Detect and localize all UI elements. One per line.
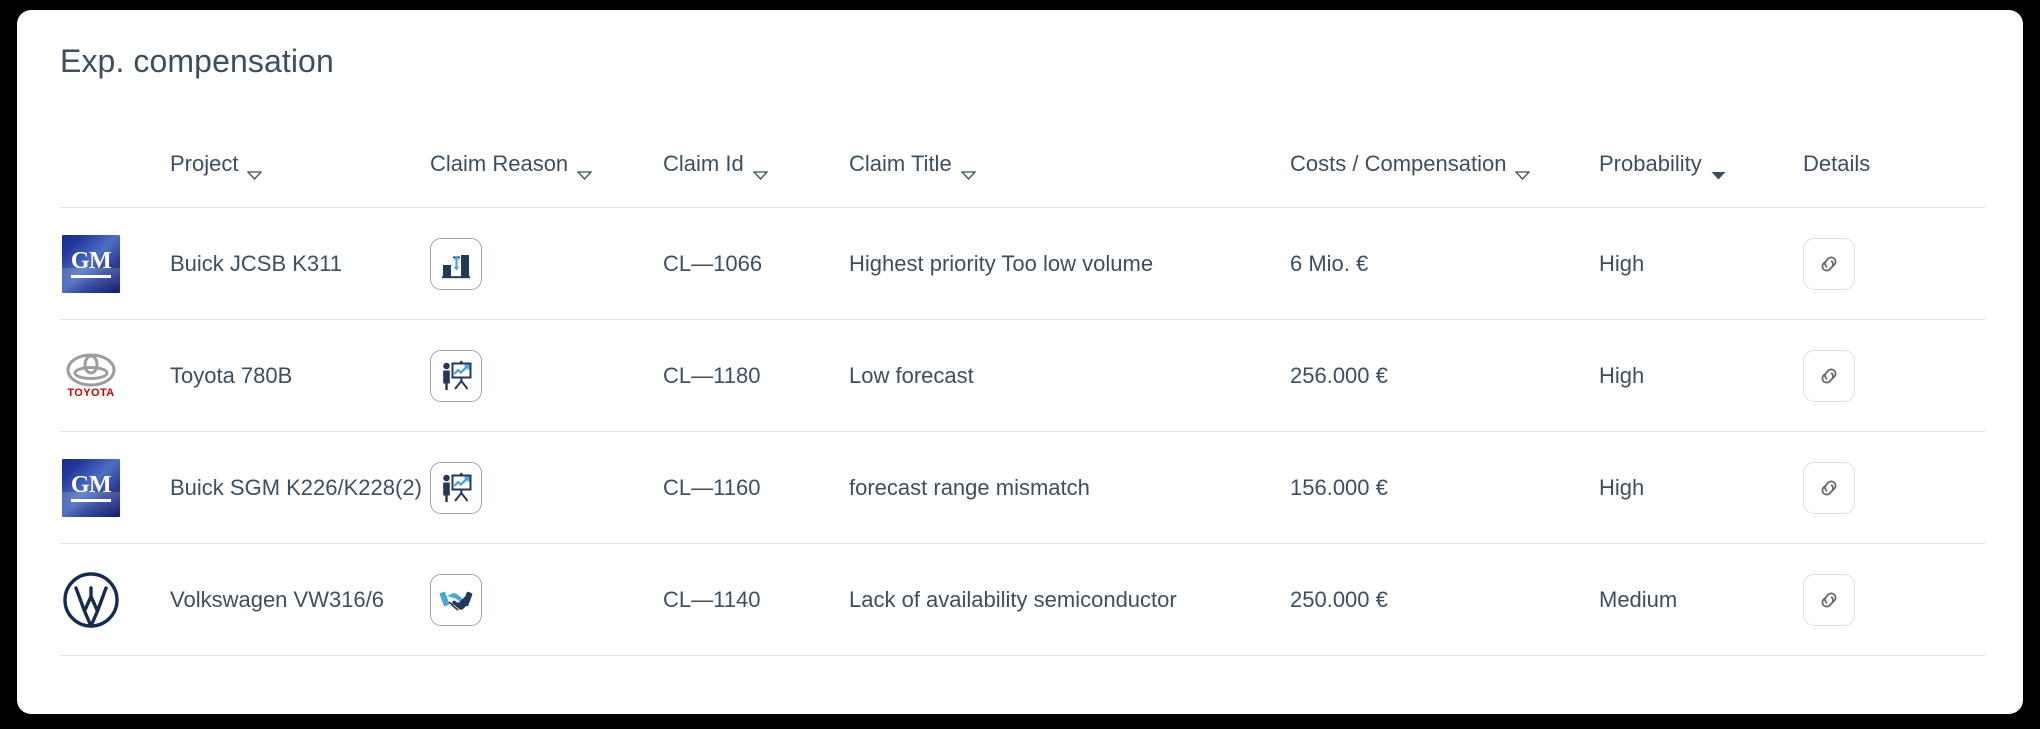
column-header-probability-label: Probability [1599,151,1702,176]
details-cell [1803,349,1985,402]
details-cell [1803,237,1985,290]
column-header-claim-id-label: Claim Id [663,151,744,176]
claims-table: Project Claim Reason Claim Id Claim Titl… [60,150,1985,656]
claim-reason-cell [430,237,663,290]
table-header-row: Project Claim Reason Claim Id Claim Titl… [60,150,1985,208]
claim-id: CL—1160 [663,474,761,500]
column-header-project[interactable]: Project [170,150,430,180]
table-row[interactable]: Volkswagen VW316/6 CL—1140 Lack of avail… [60,544,1985,656]
gm-logo-icon: GM [60,233,122,295]
sort-triangle-filled-icon[interactable] [1711,160,1726,179]
claim-title: forecast range mismatch [849,474,1090,500]
details-cell [1803,573,1985,626]
project-name: Volkswagen VW316/6 [170,586,385,612]
details-link-button[interactable] [1803,573,1855,626]
toyota-logo-icon: TOYOTA [60,345,122,407]
costs-compensation: 256.000 € [1290,362,1388,388]
project-name: Buick JCSB K311 [170,250,343,276]
claim-reason-cell [430,461,663,514]
forecast-presentation-icon [430,461,482,514]
column-header-details-label: Details [1803,151,1871,176]
handshake-icon [430,573,482,626]
claim-reason-cell [430,573,663,626]
claim-reason-cell [430,349,663,402]
details-link-button[interactable] [1803,237,1855,290]
details-link-button[interactable] [1803,461,1855,514]
volkswagen-logo-icon [60,569,122,631]
page-title: Exp. compensation [60,43,334,79]
low-volume-bar-chart-icon [430,237,482,290]
probability: High [1599,362,1645,388]
table-row[interactable]: GM Buick JCSB K311 CL—1066 Highest prior… [60,208,1985,320]
probability: Medium [1599,586,1678,612]
column-header-claim-reason[interactable]: Claim Reason [430,150,663,180]
sort-triangle-icon[interactable] [246,160,263,180]
gm-logo-text: GM [70,249,112,278]
brand-logo-cell: GM [60,233,170,295]
column-header-claim-title[interactable]: Claim Title [849,150,1290,180]
costs-compensation: 156.000 € [1290,474,1388,500]
brand-logo-cell: TOYOTA [60,345,170,407]
claim-title: Low forecast [849,362,974,388]
sort-triangle-icon[interactable] [1514,160,1531,180]
probability: High [1599,474,1645,500]
exp-compensation-card: Exp. compensation Project Claim Reason C… [17,10,2023,714]
table-row[interactable]: TOYOTA Toyota 780B CL—1180 Low forecast … [60,320,1985,432]
brand-logo-cell [60,569,170,631]
costs-compensation: 250.000 € [1290,586,1388,612]
claim-id: CL—1066 [663,250,763,276]
brand-logo-cell: GM [60,457,170,519]
project-name: Toyota 780B [170,362,293,388]
details-cell [1803,461,1985,514]
claim-id: CL—1180 [663,362,761,388]
column-header-claim-reason-label: Claim Reason [430,151,569,176]
gm-logo-text: GM [70,473,112,502]
column-header-costs-compensation-label: Costs / Compensation [1290,151,1507,176]
claim-title: Highest priority Too low volume [849,250,1154,276]
project-name: Buick SGM K226/K228(2) [170,474,422,500]
claim-id: CL—1140 [663,586,761,612]
column-header-details: Details [1803,150,1985,175]
sort-triangle-icon[interactable] [576,160,593,180]
details-link-button[interactable] [1803,349,1855,402]
costs-compensation: 6 Mio. € [1290,250,1369,276]
column-header-project-label: Project [170,151,239,176]
column-header-claim-id[interactable]: Claim Id [663,150,849,180]
sort-triangle-icon[interactable] [752,160,769,180]
probability: High [1599,250,1645,276]
column-header-claim-title-label: Claim Title [849,151,952,176]
toyota-logo-text: TOYOTA [67,386,115,399]
column-header-probability[interactable]: Probability [1599,150,1803,179]
table-row[interactable]: GM Buick SGM K226/K228(2) CL—1160 foreca… [60,432,1985,544]
gm-logo-icon: GM [60,457,122,519]
forecast-presentation-icon [430,349,482,402]
column-header-costs-compensation[interactable]: Costs / Compensation [1290,150,1599,180]
claim-title: Lack of availability semiconductor [849,586,1177,612]
sort-triangle-icon[interactable] [960,160,977,180]
